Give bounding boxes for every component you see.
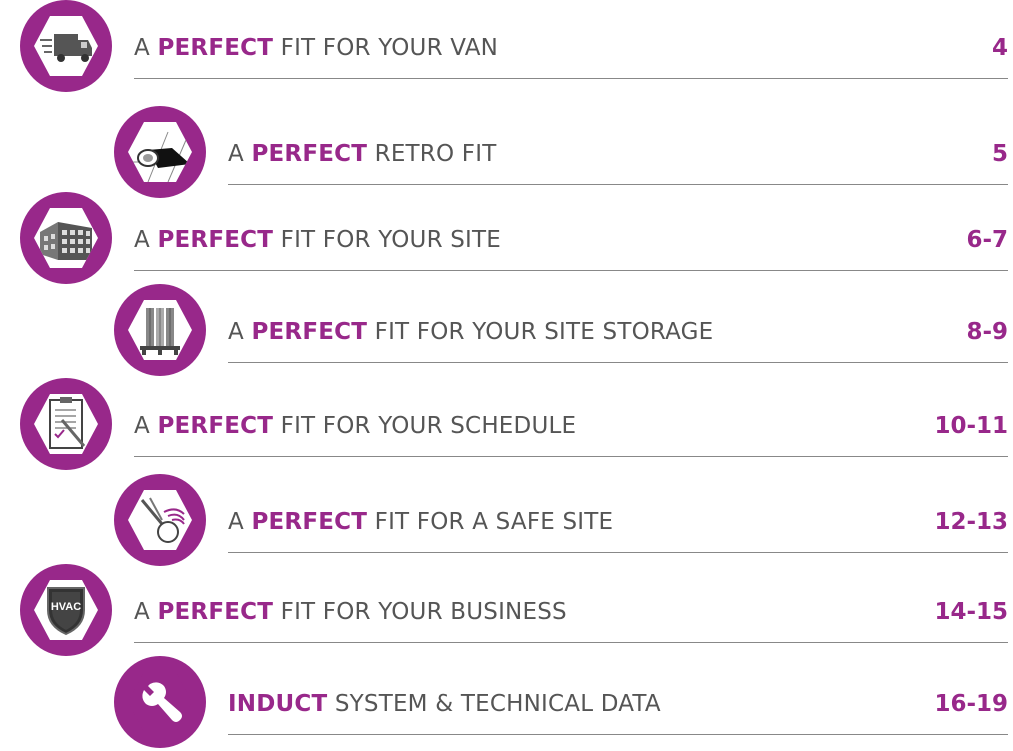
toc-entry-schedule[interactable]: A PERFECT FIT FOR YOUR SCHEDULE 10-11 [0, 378, 1013, 470]
clipboard-icon [20, 378, 112, 470]
page-number: 14-15 [934, 599, 1008, 625]
hvac-shield-icon: HVAC [20, 564, 112, 656]
page-number: 8-9 [966, 319, 1008, 345]
entry-title: A PERFECT FIT FOR YOUR SCHEDULE [134, 413, 577, 439]
entry-title: A PERFECT FIT FOR A SAFE SITE [228, 509, 614, 535]
toc-entry-site[interactable]: A PERFECT FIT FOR YOUR SITE 6-7 [0, 192, 1013, 284]
entry-title: A PERFECT FIT FOR YOUR BUSINESS [134, 599, 567, 625]
entry-title: A PERFECT FIT FOR YOUR SITE [134, 227, 502, 253]
storage-icon [114, 284, 206, 376]
toc-entry-safe-site[interactable]: A PERFECT FIT FOR A SAFE SITE 12-13 [0, 474, 1013, 566]
entry-title: A PERFECT RETRO FIT [228, 141, 497, 167]
divider [228, 362, 1008, 363]
duct-icon [114, 106, 206, 198]
building-icon [20, 192, 112, 284]
toc-entry-site-storage[interactable]: A PERFECT FIT FOR YOUR SITE STORAGE 8-9 [0, 284, 1013, 376]
hvac-label: HVAC [51, 601, 81, 613]
van-icon [20, 0, 112, 92]
entry-title: A PERFECT FIT FOR YOUR VAN [134, 35, 499, 61]
divider [134, 642, 1008, 643]
toc-entry-van[interactable]: A PERFECT FIT FOR YOUR VAN 4 [0, 0, 1013, 92]
divider [134, 78, 1008, 79]
entry-title: A PERFECT FIT FOR YOUR SITE STORAGE [228, 319, 714, 345]
page-number: 10-11 [934, 413, 1008, 439]
toc-entry-technical-data[interactable]: INDUCT SYSTEM & TECHNICAL DATA 16-19 [0, 656, 1013, 748]
entry-title: INDUCT SYSTEM & TECHNICAL DATA [228, 691, 661, 717]
page-number: 16-19 [934, 691, 1008, 717]
divider [228, 184, 1008, 185]
page-number: 4 [991, 35, 1008, 61]
page-number: 6-7 [966, 227, 1008, 253]
safety-icon [114, 474, 206, 566]
page-number: 12-13 [934, 509, 1008, 535]
page-number: 5 [991, 141, 1008, 167]
divider [134, 270, 1008, 271]
divider [134, 456, 1008, 457]
divider [228, 734, 1008, 735]
divider [228, 552, 1008, 553]
toc-entry-retro-fit[interactable]: A PERFECT RETRO FIT 5 [0, 106, 1013, 198]
toc-entry-business[interactable]: HVAC A PERFECT FIT FOR YOUR BUSINESS 14-… [0, 564, 1013, 656]
wrench-icon [114, 656, 206, 748]
